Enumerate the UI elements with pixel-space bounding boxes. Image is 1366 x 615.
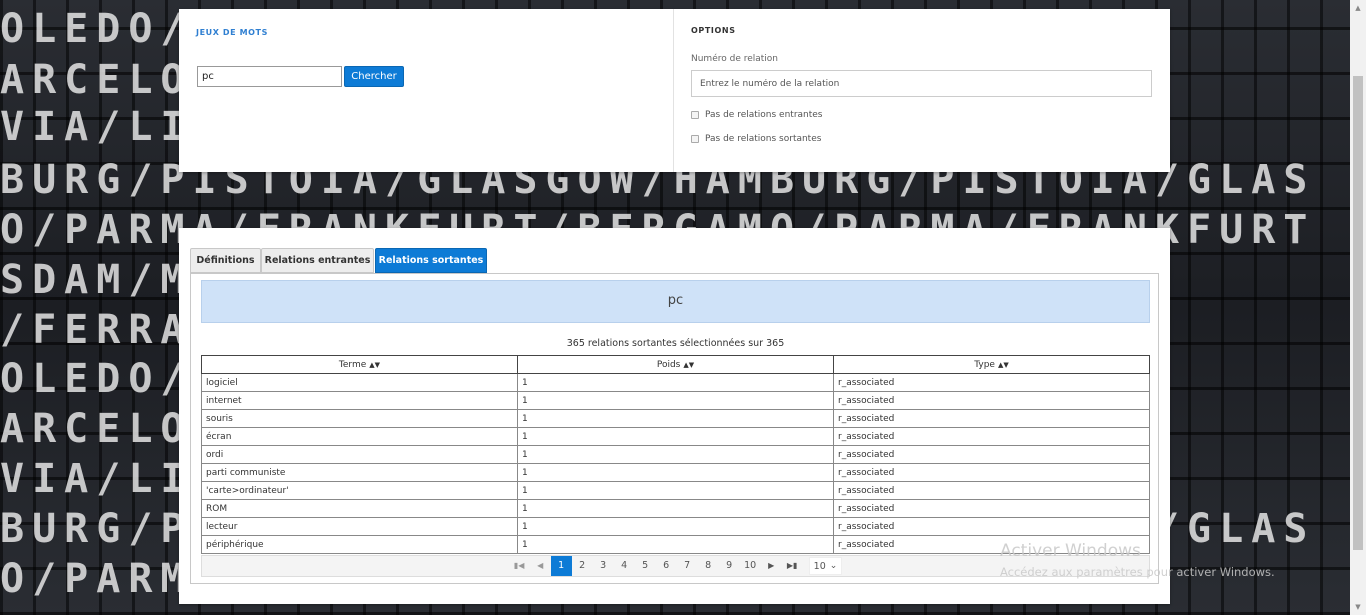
cell-terme: 'carte>ordinateur' bbox=[201, 481, 518, 500]
cell-type: r_associated bbox=[833, 499, 1150, 518]
search-button[interactable]: Chercher bbox=[344, 66, 404, 87]
word-banner: pc bbox=[201, 280, 1150, 323]
cell-poids: 1 bbox=[517, 427, 834, 446]
cell-type: r_associated bbox=[833, 535, 1150, 554]
no-outgoing-checkbox[interactable] bbox=[691, 135, 699, 143]
scroll-up-icon[interactable]: ▲ bbox=[1350, 0, 1366, 16]
tab-incoming-relations[interactable]: Relations entrantes bbox=[261, 248, 374, 273]
cell-type: r_associated bbox=[833, 427, 1150, 446]
table-row: ordi 1 r_associated bbox=[201, 445, 1150, 464]
table-row: ROM 1 r_associated bbox=[201, 499, 1150, 518]
no-incoming-label: Pas de relations entrantes bbox=[705, 110, 823, 120]
page-number[interactable]: 7 bbox=[677, 556, 698, 576]
relations-table: Terme ▲▼ Poids ▲▼ Type ▲▼ logiciel 1 r_associ… bbox=[201, 355, 1150, 554]
cell-type: r_associated bbox=[833, 373, 1150, 392]
cell-terme: souris bbox=[201, 409, 518, 428]
page-number[interactable]: 4 bbox=[614, 556, 635, 576]
column-header-terme[interactable]: Terme ▲▼ bbox=[201, 355, 518, 374]
column-header-type[interactable]: Type ▲▼ bbox=[833, 355, 1150, 374]
results-summary: 365 relations sortantes sélectionnées su… bbox=[566, 338, 785, 349]
scrollbar-thumb[interactable] bbox=[1353, 76, 1363, 550]
sort-icon: ▲▼ bbox=[683, 360, 695, 369]
page-number[interactable]: 5 bbox=[635, 556, 656, 576]
cell-poids: 1 bbox=[517, 373, 834, 392]
page-size-value: 10 bbox=[813, 560, 826, 572]
tab-definitions[interactable]: Définitions bbox=[190, 248, 261, 273]
results-panel: Définitions Relations entrantes Relation… bbox=[179, 228, 1170, 604]
cell-poids: 1 bbox=[517, 391, 834, 410]
pagination: ▮◀ ◀ 1 2 3 4 5 6 7 8 9 10 ▶ ▶▮ 10 ⌄ bbox=[201, 555, 1150, 577]
no-outgoing-option[interactable]: Pas de relations sortantes bbox=[691, 134, 821, 144]
first-page-icon[interactable]: ▮◀ bbox=[509, 556, 530, 576]
cell-type: r_associated bbox=[833, 445, 1150, 464]
no-incoming-checkbox[interactable] bbox=[691, 111, 699, 119]
cell-terme: écran bbox=[201, 427, 518, 446]
chevron-down-icon: ⌄ bbox=[829, 561, 838, 571]
search-section-title: JEUX DE MOTS bbox=[196, 28, 268, 37]
page-number[interactable]: 10 bbox=[740, 556, 761, 576]
table-row: parti communiste 1 r_associated bbox=[201, 463, 1150, 482]
scroll-down-icon[interactable]: ▼ bbox=[1350, 599, 1366, 615]
table-row: 'carte>ordinateur' 1 r_associated bbox=[201, 481, 1150, 500]
page-number[interactable]: 3 bbox=[593, 556, 614, 576]
table-row: internet 1 r_associated bbox=[201, 391, 1150, 410]
page-scrollbar[interactable]: ▲ ▼ bbox=[1350, 0, 1366, 615]
cell-poids: 1 bbox=[517, 535, 834, 554]
search-input[interactable] bbox=[197, 66, 342, 87]
cell-poids: 1 bbox=[517, 499, 834, 518]
relation-number-input[interactable] bbox=[691, 70, 1152, 97]
cell-poids: 1 bbox=[517, 445, 834, 464]
table-row: écran 1 r_associated bbox=[201, 427, 1150, 446]
cell-terme: logiciel bbox=[201, 373, 518, 392]
cell-terme: ROM bbox=[201, 499, 518, 518]
table-row: logiciel 1 r_associated bbox=[201, 373, 1150, 392]
cell-type: r_associated bbox=[833, 409, 1150, 428]
page-number[interactable]: 8 bbox=[698, 556, 719, 576]
cell-poids: 1 bbox=[517, 517, 834, 536]
page-number[interactable]: 9 bbox=[719, 556, 740, 576]
tab-content: pc 365 relations sortantes sélectionnées… bbox=[190, 273, 1159, 584]
cell-type: r_associated bbox=[833, 463, 1150, 482]
column-header-label: Poids bbox=[656, 359, 681, 370]
next-page-icon[interactable]: ▶ bbox=[761, 556, 782, 576]
column-header-poids[interactable]: Poids ▲▼ bbox=[517, 355, 834, 374]
cell-poids: 1 bbox=[517, 409, 834, 428]
options-section: OPTIONS Numéro de relation Pas de relati… bbox=[675, 9, 1170, 172]
page-number[interactable]: 2 bbox=[572, 556, 593, 576]
sort-icon: ▲▼ bbox=[997, 360, 1009, 369]
table-row: périphérique 1 r_associated bbox=[201, 535, 1150, 554]
prev-page-icon[interactable]: ◀ bbox=[530, 556, 551, 576]
cell-terme: parti communiste bbox=[201, 463, 518, 482]
cell-terme: internet bbox=[201, 391, 518, 410]
cell-terme: ordi bbox=[201, 445, 518, 464]
cell-poids: 1 bbox=[517, 481, 834, 500]
page-size-select[interactable]: 10 ⌄ bbox=[808, 557, 843, 575]
no-incoming-option[interactable]: Pas de relations entrantes bbox=[691, 110, 823, 120]
page-number[interactable]: 6 bbox=[656, 556, 677, 576]
search-panel: JEUX DE MOTS Chercher OPTIONS Numéro de … bbox=[179, 9, 1170, 172]
cell-poids: 1 bbox=[517, 463, 834, 482]
cell-type: r_associated bbox=[833, 517, 1150, 536]
column-header-label: Type bbox=[974, 359, 995, 370]
no-outgoing-label: Pas de relations sortantes bbox=[705, 134, 822, 144]
cell-terme: périphérique bbox=[201, 535, 518, 554]
relation-number-label: Numéro de relation bbox=[691, 54, 779, 64]
tab-outgoing-relations[interactable]: Relations sortantes bbox=[375, 248, 487, 273]
last-page-icon[interactable]: ▶▮ bbox=[782, 556, 803, 576]
options-title: OPTIONS bbox=[691, 26, 736, 35]
column-header-label: Terme bbox=[338, 359, 367, 370]
sort-icon: ▲▼ bbox=[369, 360, 381, 369]
table-header-row: Terme ▲▼ Poids ▲▼ Type ▲▼ bbox=[201, 355, 1150, 374]
cell-terme: lecteur bbox=[201, 517, 518, 536]
table-row: souris 1 r_associated bbox=[201, 409, 1150, 428]
cell-type: r_associated bbox=[833, 391, 1150, 410]
search-section: JEUX DE MOTS Chercher bbox=[179, 9, 674, 172]
page-number-current[interactable]: 1 bbox=[550, 556, 572, 576]
table-row: lecteur 1 r_associated bbox=[201, 517, 1150, 536]
cell-type: r_associated bbox=[833, 481, 1150, 500]
